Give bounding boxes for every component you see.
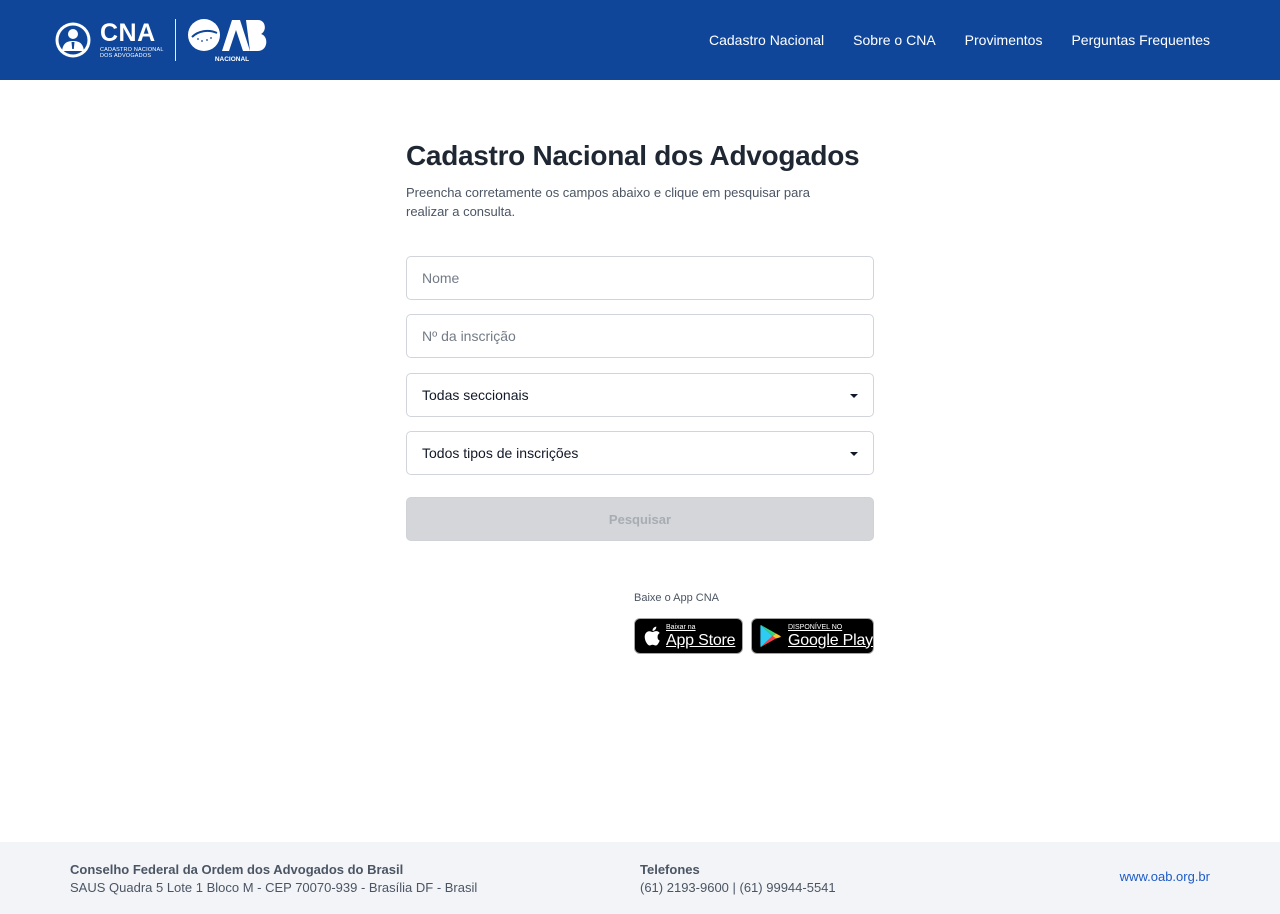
page-description: Preencha corretamente os campos abaixo e… (406, 185, 810, 219)
apple-icon (644, 626, 660, 646)
page-title: Cadastro Nacional dos Advogados (406, 140, 860, 171)
cna-wordmark: CNA CADASTRO NACIONAL DOS ADVOGADOS (100, 19, 164, 60)
sectional-select-value: Todas seccionais (422, 387, 529, 403)
page-footer: Conselho Federal da Ordem dos Advogados … (0, 842, 1280, 914)
app-download-label: Baixe o App CNA (634, 592, 719, 604)
nav-perguntas-frequentes[interactable]: Perguntas Frequentes (1071, 32, 1210, 48)
search-intro: Cadastro Nacional dos Advogados Preencha… (406, 138, 874, 221)
footer-address-block: Conselho Federal da Ordem dos Advogados … (70, 861, 477, 897)
cna-logo-subtitle-2: DOS ADVOGADOS (100, 53, 152, 59)
name-field[interactable] (406, 256, 874, 300)
google-play-text: DISPONÍVEL NO Google Play (788, 624, 873, 649)
registration-number-input[interactable] (407, 315, 873, 357)
footer-address: SAUS Quadra 5 Lote 1 Bloco M - CEP 70070… (70, 880, 478, 895)
footer-phones-block: Telefones (61) 2193-9600 | (61) 99944-55… (640, 861, 836, 897)
oab-logo-subtitle: NACIONAL (214, 56, 248, 63)
advocate-emblem-icon (55, 22, 91, 58)
registration-field[interactable] (406, 314, 874, 358)
google-play-icon (760, 625, 781, 647)
app-store-big-text: App Store (666, 631, 736, 649)
registration-type-select[interactable]: Todos tipos de inscrições (406, 431, 874, 475)
search-button[interactable]: Pesquisar (406, 497, 874, 541)
name-input[interactable] (407, 257, 873, 299)
main-nav: Cadastro Nacional Sobre o CNA Provimento… (680, 0, 1210, 80)
app-store-button[interactable]: Baixar na App Store (634, 618, 743, 654)
sectional-select[interactable]: Todas seccionais (406, 373, 874, 417)
oab-logo: NACIONAL (187, 19, 266, 63)
site-logo[interactable]: CNA CADASTRO NACIONAL DOS ADVOGADOS NACI… (54, 17, 270, 63)
registration-type-select-value: Todos tipos de inscrições (422, 445, 579, 461)
app-store-small-text: Baixar na (666, 623, 696, 631)
nav-cadastro-nacional[interactable]: Cadastro Nacional (709, 32, 824, 48)
nav-provimentos[interactable]: Provimentos (965, 32, 1043, 48)
google-play-small-text: DISPONÍVEL NO (788, 623, 843, 631)
top-header: CNA CADASTRO NACIONAL DOS ADVOGADOS NACI… (0, 0, 1280, 80)
footer-website-link[interactable]: www.oab.org.br (1120, 869, 1210, 884)
footer-phones: (61) 2193-9600 | (61) 99944-5541 (640, 880, 836, 895)
google-play-big-text: Google Play (788, 631, 873, 649)
chevron-down-icon (850, 394, 858, 398)
logo-divider (174, 19, 176, 61)
app-store-text: Baixar na App Store (666, 623, 736, 649)
footer-phones-title: Telefones (640, 862, 700, 877)
cna-logo-text: CNA (100, 19, 156, 47)
footer-org-name: Conselho Federal da Ordem dos Advogados … (70, 862, 404, 877)
google-play-button[interactable]: DISPONÍVEL NO Google Play (751, 618, 874, 654)
chevron-down-icon (850, 452, 858, 456)
nav-sobre-o-cna[interactable]: Sobre o CNA (853, 32, 935, 48)
